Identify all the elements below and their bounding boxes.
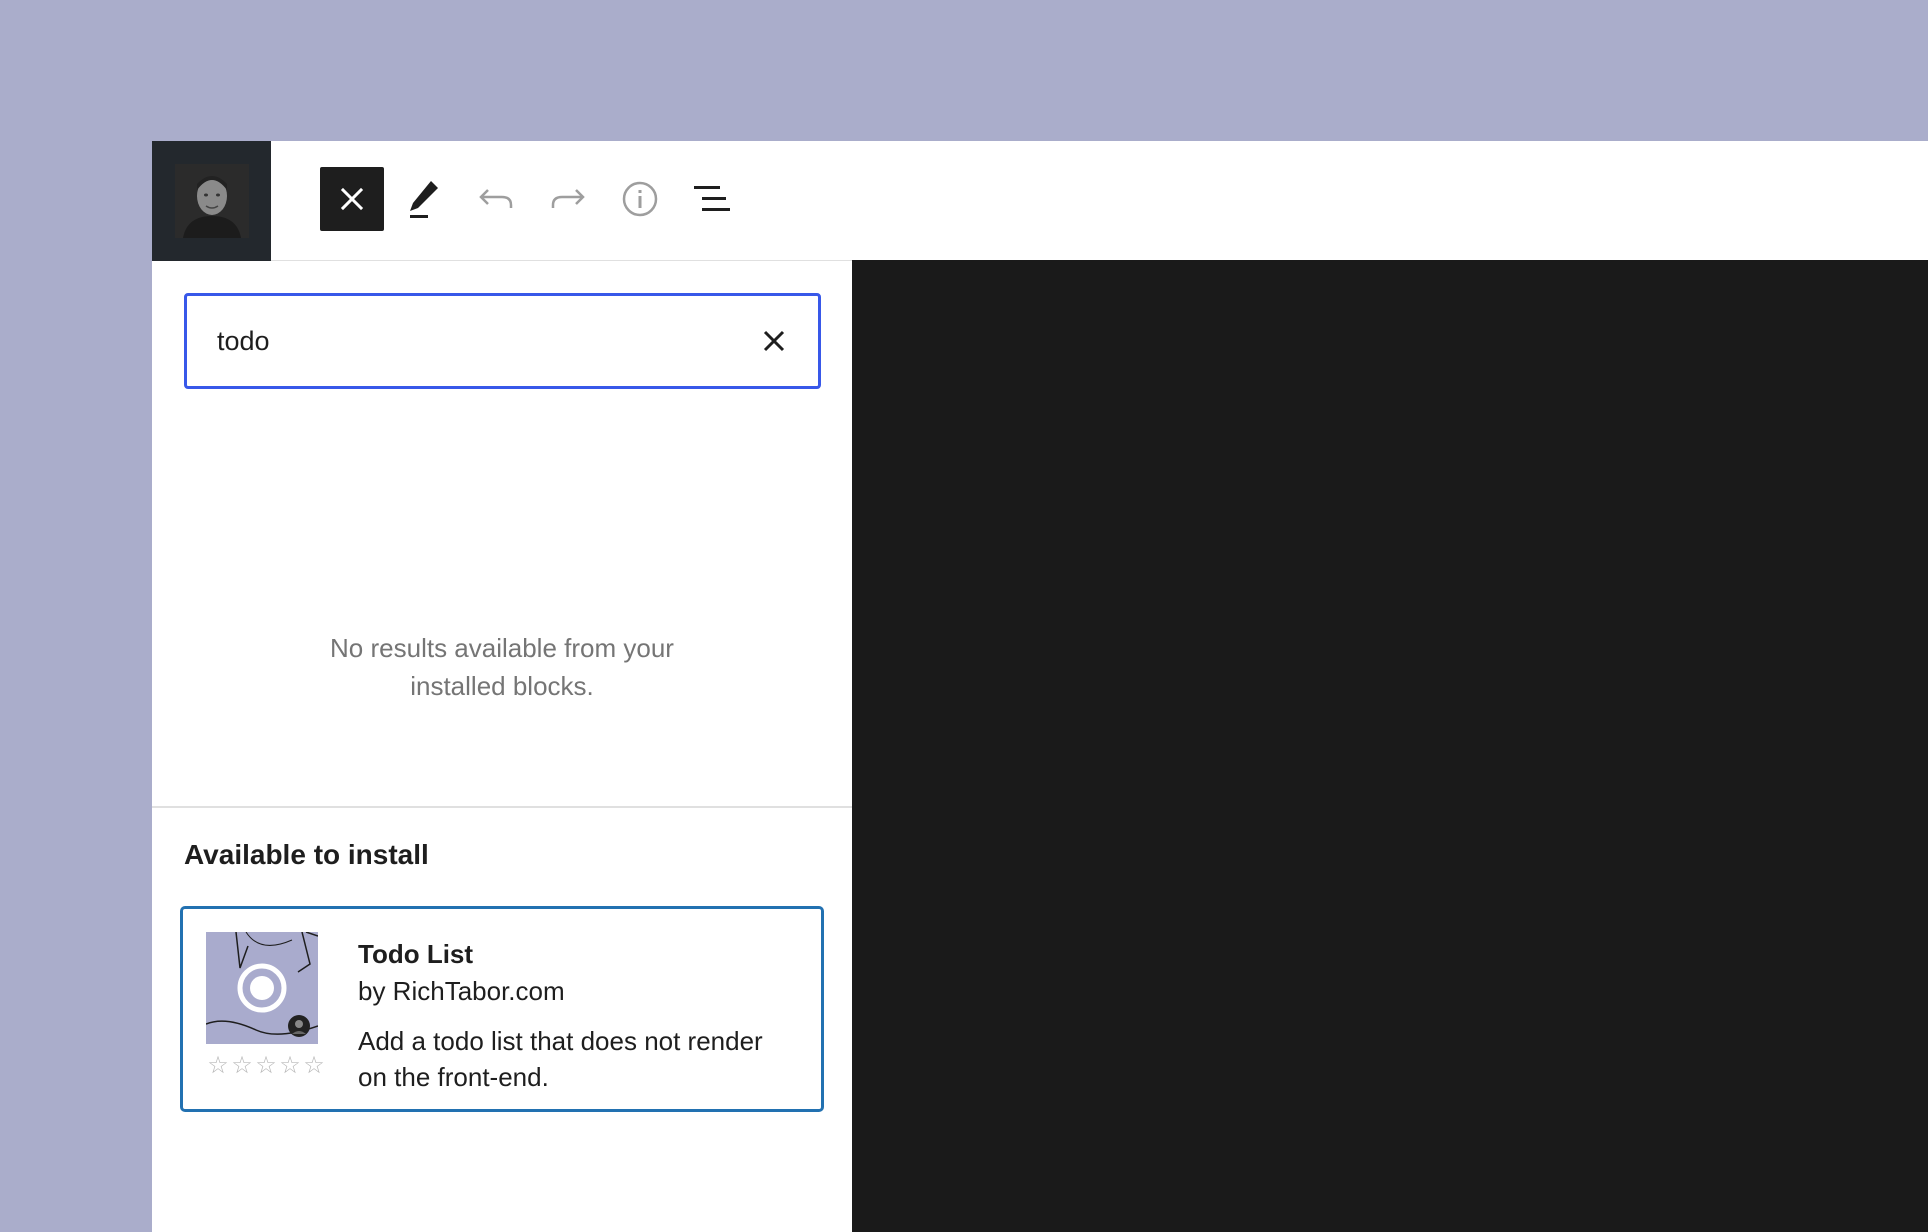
no-results-line: No results available from your [330,633,674,663]
editor-canvas[interactable] [852,260,1928,1232]
star-empty-icon: ☆ [231,1052,253,1079]
details-button[interactable] [608,167,672,231]
close-icon [340,187,364,211]
search-input[interactable] [217,296,737,386]
list-view-button[interactable] [680,167,744,231]
block-author: by RichTabor.com [358,976,565,1006]
block-title: Todo List [358,939,474,969]
site-logo-button[interactable] [152,141,271,261]
close-icon [763,330,785,352]
divider [152,806,852,808]
avatar [174,164,249,238]
rating-stars: ☆ ☆ ☆ ☆ ☆ [206,1054,326,1078]
list-view-icon [694,186,730,211]
editor-window: No results available from your installed… [152,141,1928,1232]
pencil-icon [410,181,438,218]
star-empty-icon: ☆ [279,1052,301,1079]
block-inserter-panel: No results available from your installed… [152,261,853,1232]
clear-search-button[interactable] [756,323,792,359]
redo-icon [551,189,585,208]
info-icon [622,181,658,217]
edit-tool-button[interactable] [392,167,456,231]
block-icon-image [206,932,318,1044]
undo-button[interactable] [464,167,528,231]
no-results-line: installed blocks. [410,671,594,701]
undo-icon [479,189,513,208]
redo-button[interactable] [536,167,600,231]
star-empty-icon: ☆ [207,1052,229,1079]
close-button[interactable] [320,167,384,231]
block-directory-item[interactable]: ☆ ☆ ☆ ☆ ☆ Todo List by RichTabor.com Add a t… [180,906,824,1112]
section-title: Available to install [184,839,429,870]
block-description: Add a todo list that does not render on … [358,1026,763,1092]
editor-header [152,141,1928,261]
star-empty-icon: ☆ [303,1052,325,1079]
block-thumbnail [206,932,318,1044]
star-empty-icon: ☆ [255,1052,277,1079]
no-results-message: No results available from your installed… [152,629,852,705]
block-search [184,293,821,389]
